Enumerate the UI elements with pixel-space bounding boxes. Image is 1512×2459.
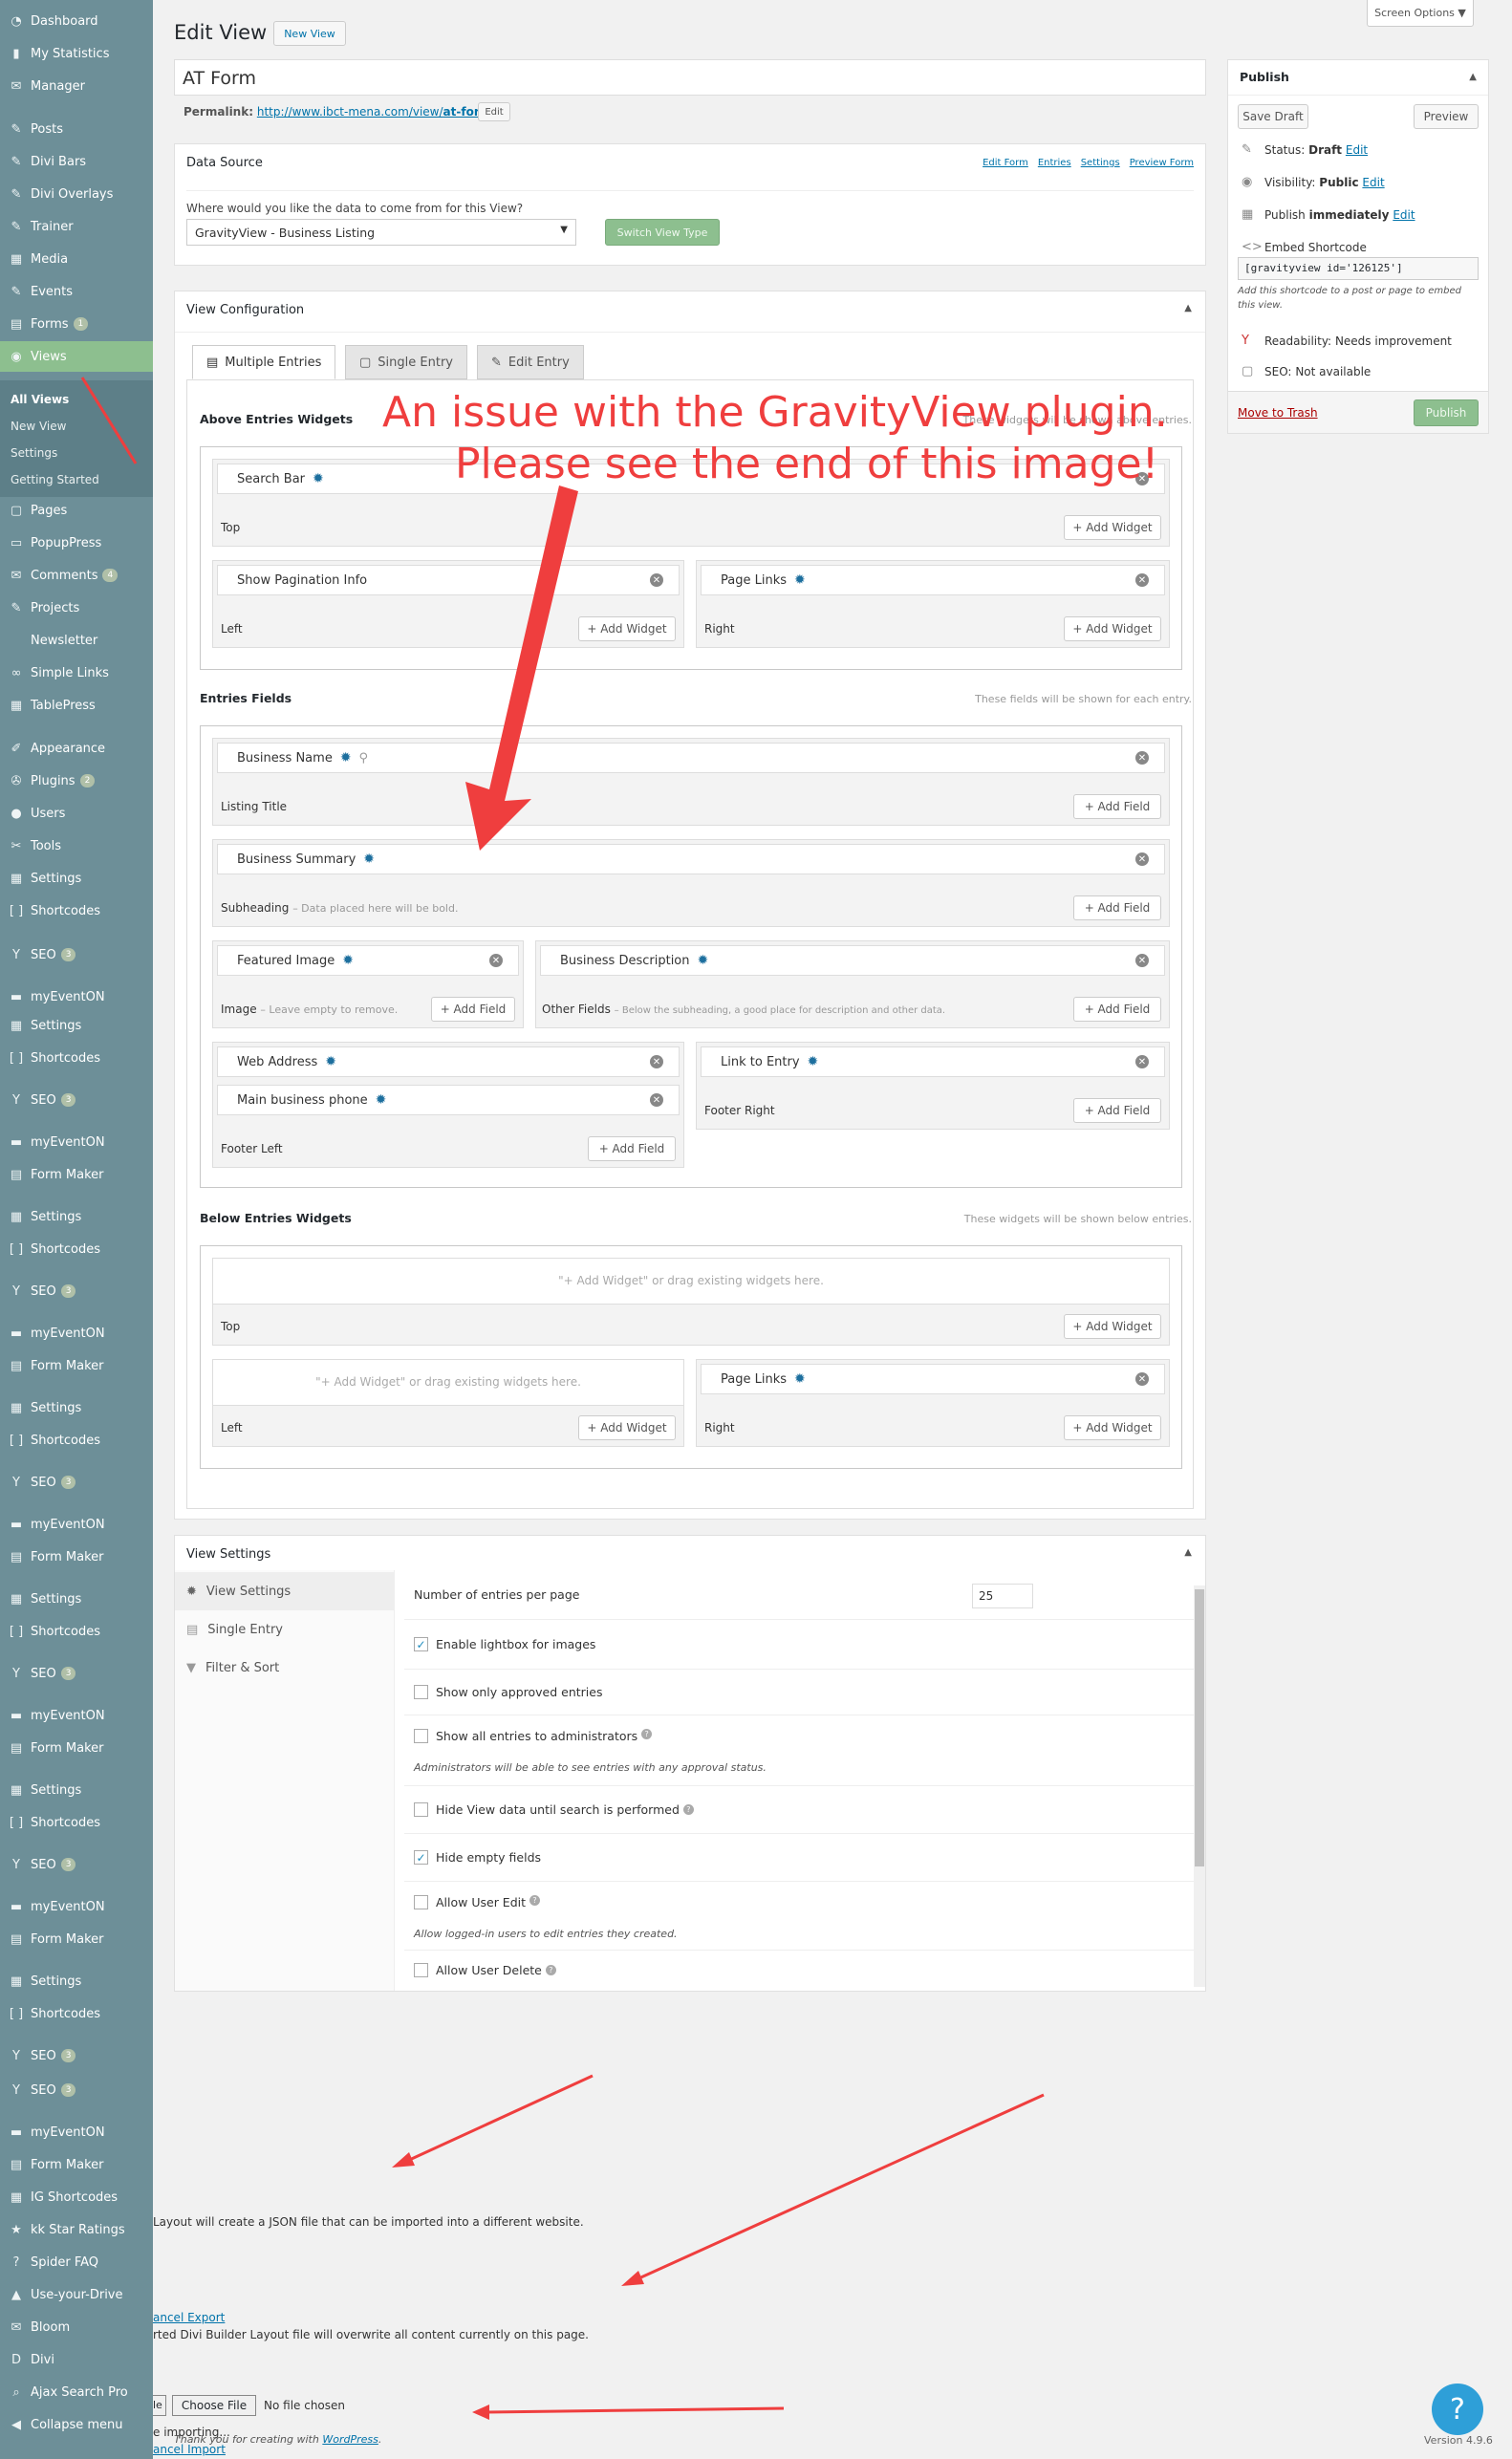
arrow-bottom-3 <box>486 2406 785 2414</box>
arrow-head <box>621 2271 644 2286</box>
arrow-head <box>392 2152 415 2168</box>
arrow-bottom-2 <box>634 2093 1045 2282</box>
arrow-head <box>472 2405 489 2420</box>
arrow-main <box>465 485 578 851</box>
arrow-views <box>80 377 138 464</box>
arrow-bottom-1 <box>404 2074 594 2164</box>
annotation-arrows <box>80 377 1045 2420</box>
